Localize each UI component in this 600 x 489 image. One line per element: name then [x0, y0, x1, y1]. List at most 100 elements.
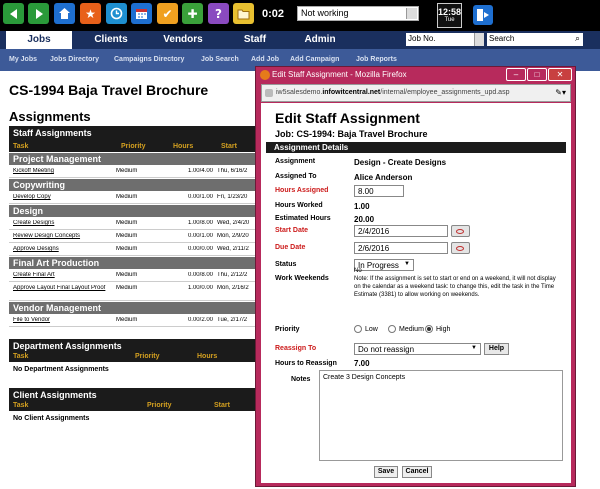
priority-high-label: High [436, 325, 451, 333]
task-link[interactable]: Approve Layout Final Layout Proof [13, 285, 109, 291]
chevron-down-icon [406, 8, 417, 19]
job-number-value: Job No. [408, 34, 436, 43]
job-number-select[interactable]: Job No. [406, 33, 484, 46]
task-link[interactable]: File to Vendor [13, 317, 109, 323]
tab-clients[interactable]: Clients [78, 31, 144, 49]
subnav-job-reports[interactable]: Job Reports [356, 56, 397, 63]
column-task: Task [13, 143, 29, 150]
assignment-value: Design - Create Designs [354, 158, 447, 167]
reassign-to-select[interactable]: Do not reassign ▼ [354, 343, 481, 355]
radio-circle [354, 325, 362, 333]
reassign-to-value: Do not reassign [358, 345, 415, 354]
hours-cell: 0.00/8.00 [187, 272, 213, 278]
start-date-calendar-icon[interactable] [451, 225, 470, 237]
staff-assignments-title: Staff Assignments [13, 128, 92, 138]
no-department-assignments: No Department Assignments [13, 366, 109, 373]
help-question-icon[interactable]: ? [208, 3, 229, 24]
client-assignments-title: Client Assignments [13, 390, 97, 400]
table-row: File to Vendor Medium 0.00/2.00 Tue, 2/17/2 [9, 315, 269, 327]
hours-cell: 0.00/1.00 [187, 233, 213, 239]
column-hours: Hours [173, 143, 194, 150]
home-icon[interactable] [54, 3, 75, 24]
assigned-to-value: Alice Anderson [354, 173, 413, 182]
hours-worked-label: Hours Worked [275, 202, 323, 209]
priority-cell: Medium [116, 285, 138, 291]
work-timer: 0:02 [262, 8, 285, 20]
chevron-down-icon: ▼ [404, 261, 410, 267]
url-domain: infowitcentral.net [322, 89, 381, 96]
category-row: Final Art Production [9, 257, 269, 269]
hours-to-reassign-label: Hours to Reassign [275, 360, 337, 367]
priority-cell: Medium [116, 233, 138, 239]
page-title: CS-1994 Baja Travel Brochure [9, 82, 209, 98]
start-date-input[interactable]: 2/4/2016 [354, 225, 448, 237]
table-row: Develop Copy Medium 0.00/1.00 Fri, 1/23/20 [9, 192, 269, 204]
task-link[interactable]: Approve Designs [13, 246, 109, 252]
subnav-add-campaign[interactable]: Add Campaign [290, 56, 339, 63]
hours-cell: 0.00/1.00 [187, 194, 213, 200]
assignments-heading: Assignments [9, 109, 91, 124]
url-bar[interactable]: iw5salesdemo.infowitcentral.net/internal… [261, 84, 571, 102]
status-value: In Progress [358, 261, 399, 270]
save-button[interactable]: Save [374, 466, 398, 478]
subnav-add-job[interactable]: Add Job [251, 56, 279, 63]
priority-cell: Medium [116, 194, 138, 200]
task-link[interactable]: Develop Copy [13, 194, 109, 200]
priority-medium-radio[interactable]: Medium [388, 325, 424, 333]
search-input[interactable]: Search ⌕ [487, 33, 583, 46]
estimated-hours-label: Estimated Hours [275, 215, 331, 222]
minimize-icon[interactable]: – [506, 68, 526, 81]
back-arrow-icon[interactable] [3, 3, 24, 24]
tab-admin[interactable]: Admin [290, 31, 350, 49]
firefox-icon [260, 70, 270, 80]
task-link[interactable]: Review Design Concepts [13, 233, 109, 239]
task-link[interactable]: Kickoff Meeting [13, 168, 109, 174]
notes-textarea[interactable]: Create 3 Design Concepts [319, 370, 563, 461]
tab-vendors[interactable]: Vendors [150, 31, 216, 49]
estimated-hours-value: 20.00 [354, 215, 375, 224]
tab-jobs[interactable]: Jobs [6, 31, 72, 49]
calendar-icon[interactable] [131, 3, 152, 24]
subnav-jobs-directory[interactable]: Jobs Directory [50, 56, 99, 63]
clock-icon[interactable] [106, 3, 127, 24]
priority-cell: Medium [116, 220, 138, 226]
add-plus-icon[interactable]: ✚ [182, 3, 203, 24]
folder-icon[interactable] [233, 3, 254, 24]
extension-icon[interactable]: ✎▾ [555, 88, 566, 97]
search-icon[interactable]: ⌕ [575, 33, 580, 44]
subnav-my-jobs[interactable]: My Jobs [9, 56, 37, 63]
hours-cell: 1.00/4.00 [187, 168, 213, 174]
subnav-campaigns-directory[interactable]: Campaigns Directory [114, 56, 184, 63]
due-date-calendar-icon[interactable] [451, 242, 470, 254]
task-link[interactable]: Create Designs [13, 220, 109, 226]
status-label: Status [275, 261, 297, 268]
cancel-button[interactable]: Cancel [402, 466, 432, 478]
logout-icon[interactable] [472, 4, 494, 26]
subnav-job-search[interactable]: Job Search [201, 56, 239, 63]
close-icon[interactable]: ✕ [548, 68, 572, 81]
work-status-select[interactable]: Not working [297, 6, 419, 21]
work-weekends-value: No [354, 268, 362, 274]
maximize-icon[interactable]: □ [527, 68, 547, 81]
category-row: Vendor Management [9, 302, 269, 314]
forward-arrow-icon[interactable] [28, 3, 49, 24]
top-toolbar: ★ ✔ ✚ ? 0:02 Not working 12:58 Tue [0, 0, 600, 31]
priority-high-radio[interactable]: High [425, 325, 450, 333]
priority-low-radio[interactable]: Low [354, 325, 378, 333]
category-row: Copywriting [9, 179, 269, 191]
hours-assigned-input[interactable]: 8.00 [354, 185, 404, 197]
tab-staff[interactable]: Staff [222, 31, 288, 49]
popup-body: Edit Staff Assignment Job: CS-1994: Baja… [261, 103, 571, 483]
status-select[interactable]: In Progress ▼ [354, 259, 414, 271]
clock-day: Tue [444, 17, 455, 23]
favorite-star-icon[interactable]: ★ [80, 3, 101, 24]
page-info-icon [265, 89, 273, 97]
department-assignments-title: Department Assignments [13, 341, 122, 351]
tasks-checkbox-icon[interactable]: ✔ [157, 3, 178, 24]
task-link[interactable]: Create Final Art [13, 272, 109, 278]
help-button[interactable]: Help [484, 343, 509, 355]
due-date-input[interactable]: 2/6/2016 [354, 242, 448, 254]
table-row: Create Designs Medium 1.00/8.00 Wed, 2/4/20 [9, 218, 269, 230]
clock-time: 12:58 [438, 7, 462, 17]
client-assignments-header: Client Assignments Task Priority Start [9, 388, 269, 411]
